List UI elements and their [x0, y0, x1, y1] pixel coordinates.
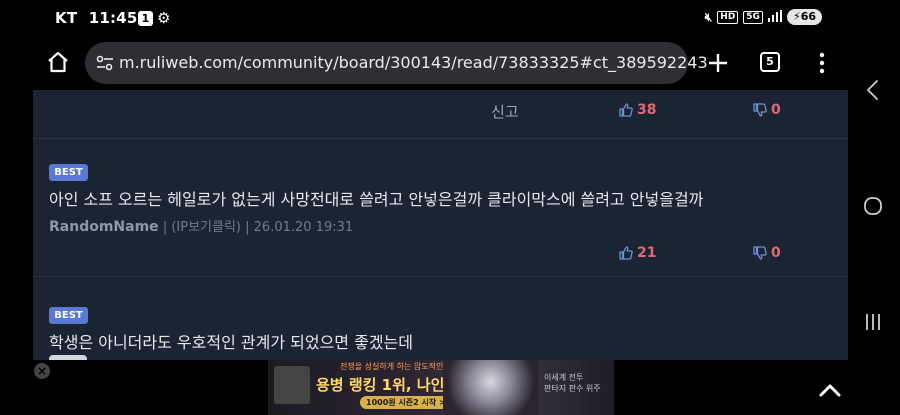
thumb-up-icon — [619, 246, 633, 260]
ad-tagline: 전쟁을 성실하게 하는 압도적인 힘 — [340, 362, 454, 371]
downvote-button[interactable]: 0 — [753, 102, 781, 118]
best-badge: BEST — [49, 164, 88, 181]
ad-character-art — [443, 360, 538, 415]
comment-text: 학생은 아니더라도 우호적인 관계가 되었으면 좋겠는데 — [49, 333, 413, 352]
network-type-icon: 5G — [743, 10, 763, 24]
downvote-button[interactable]: 0 — [753, 245, 781, 261]
site-settings-button[interactable] — [95, 53, 115, 73]
downvote-count: 0 — [771, 102, 781, 118]
status-icons: 🔇︎ HD 5G ⚡66 — [705, 9, 822, 25]
carrier-label: KT — [55, 9, 78, 27]
comment-text: 아인 소프 오르는 헤일로가 없는게 사망전대로 쓸려고 안넣은걸까 클라이막스… — [49, 190, 704, 209]
author-name[interactable]: RandomName — [49, 219, 159, 235]
upvote-button[interactable]: 38 — [619, 102, 656, 118]
new-tab-button[interactable] — [705, 50, 731, 76]
circle-icon — [864, 197, 882, 215]
status-bar: KT 11:45 ⚙ 1 🔇︎ HD 5G ⚡66 — [33, 0, 848, 36]
ad-close-button[interactable]: × — [34, 363, 50, 379]
address-bar[interactable]: m.ruliweb.com/community/board/300143/rea… — [85, 42, 708, 84]
ad-banner-bar: × 전쟁을 성실하게 하는 압도적인 힘 용병 랭킹 1위, 나인 1000원 … — [33, 360, 848, 415]
ad-side-line: 판타지 판수 위주 — [544, 384, 601, 393]
meta-separator: | — [245, 220, 254, 235]
chevron-left-icon — [867, 80, 878, 100]
mute-icon: 🔇︎ — [704, 9, 713, 24]
scroll-to-top-button[interactable] — [816, 368, 844, 412]
browser-toolbar: m.ruliweb.com/community/board/300143/rea… — [33, 36, 848, 90]
system-nav-bar — [848, 0, 900, 415]
comment-meta: RandomName | (IP보기클릭) | 26.01.20 19:31 — [49, 216, 353, 235]
report-link[interactable]: 신고 — [491, 101, 519, 122]
comment-list: 신고 38 0 BEST 아인 소프 오르는 헤일로가 없는게 사망전대로 쓸려… — [33, 90, 848, 363]
menu-button[interactable] — [815, 50, 829, 76]
tab-switcher-button[interactable]: 5 — [760, 52, 780, 72]
thumb-down-icon — [753, 103, 767, 117]
best-comment: BEST 학생은 아니더라도 우호적인 관계가 되었으면 좋겠는데 — [33, 277, 848, 363]
ip-view-link[interactable]: (IP보기클릭) — [171, 220, 241, 235]
more-vert-icon — [819, 52, 825, 74]
thumb-down-icon — [753, 246, 767, 260]
ad-side-text: 이세계 전투 판타지 판수 위주 — [544, 372, 601, 394]
chevron-up-icon — [819, 384, 841, 397]
status-time-carrier: KT 11:45 — [55, 9, 137, 27]
clock: 11:45 — [88, 9, 138, 27]
comment-footer-previous: 신고 38 0 — [33, 90, 848, 138]
nav-home-button[interactable] — [860, 193, 886, 219]
notification-count-badge: 1 — [138, 11, 153, 26]
home-icon — [48, 51, 68, 73]
ad-cta-button[interactable]: 1000원 시즌2 시작 > — [360, 396, 452, 409]
plus-icon — [709, 54, 727, 72]
hd-voice-icon: HD — [717, 10, 739, 24]
browser-window: KT 11:45 ⚙ 1 🔇︎ HD 5G ⚡66 m.ruliweb.com/… — [33, 0, 848, 415]
downvote-count: 0 — [771, 245, 781, 261]
nav-recent-apps-button[interactable] — [860, 309, 886, 335]
thumb-up-icon — [619, 103, 633, 117]
upvote-button[interactable]: 21 — [619, 245, 656, 261]
screen: KT 11:45 ⚙ 1 🔇︎ HD 5G ⚡66 m.ruliweb.com/… — [0, 0, 900, 415]
home-button[interactable] — [45, 49, 71, 75]
ad-banner[interactable]: 전쟁을 성실하게 하는 압도적인 힘 용병 랭킹 1위, 나인 1000원 시즌… — [268, 360, 614, 415]
recent-apps-icon — [866, 314, 880, 330]
battery-level: 66 — [800, 10, 816, 23]
signal-icon — [767, 9, 782, 25]
url-text[interactable]: m.ruliweb.com/community/board/300143/rea… — [119, 53, 708, 72]
upvote-count: 38 — [637, 102, 657, 118]
tune-icon — [96, 55, 113, 71]
settings-notification-icon: ⚙ — [157, 9, 171, 27]
ad-headline: 용병 랭킹 1위, 나인 — [316, 376, 445, 394]
comment-date: 26.01.20 19:31 — [253, 220, 354, 235]
upvote-count: 21 — [637, 245, 657, 261]
battery-indicator: ⚡66 — [786, 9, 822, 25]
ad-side-line: 이세계 전투 — [544, 373, 584, 382]
best-badge: BEST — [49, 307, 88, 324]
ad-logo — [274, 366, 310, 404]
best-comment: BEST 아인 소프 오르는 헤일로가 없는게 사망전대로 쓸려고 안넣은걸까 … — [33, 139, 848, 276]
nav-back-button[interactable] — [860, 77, 886, 103]
